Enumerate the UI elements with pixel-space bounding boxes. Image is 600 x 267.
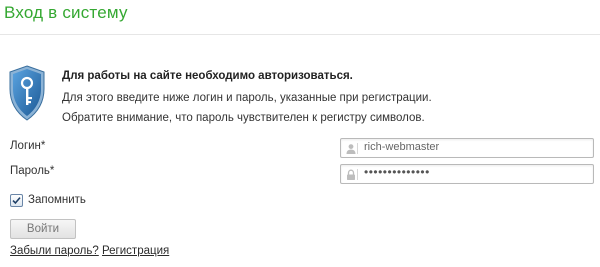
shield-key-icon xyxy=(8,65,46,121)
register-link[interactable]: Регистрация xyxy=(102,245,169,257)
password-icon-separator xyxy=(357,169,358,180)
title-divider xyxy=(0,34,600,35)
checkmark-icon xyxy=(12,196,21,204)
remember-label: Запомнить xyxy=(28,194,86,206)
login-label: Логин* xyxy=(10,140,46,152)
lock-icon xyxy=(345,168,357,180)
login-value: rich-webmaster xyxy=(364,141,440,153)
password-label: Пароль* xyxy=(10,165,55,177)
password-input[interactable]: •••••••••••••• xyxy=(340,164,594,184)
password-value: •••••••••••••• xyxy=(364,165,430,179)
login-button[interactable]: Войти xyxy=(10,219,76,239)
forgot-password-link[interactable]: Забыли пароль? xyxy=(10,245,99,257)
auth-required-heading: Для работы на сайте необходимо авторизов… xyxy=(62,70,353,82)
user-icon xyxy=(345,142,357,154)
case-sensitive-note: Обратите внимание, что пароль чувствител… xyxy=(62,112,425,124)
auth-links: Забыли пароль? Регистрация xyxy=(10,245,169,257)
remember-me[interactable]: Запомнить xyxy=(10,193,86,207)
page-title: Вход в систему xyxy=(4,3,128,22)
login-input[interactable]: rich-webmaster xyxy=(340,138,594,158)
login-icon-separator xyxy=(357,143,358,154)
auth-instruction-text: Для этого введите ниже логин и пароль, у… xyxy=(62,92,432,104)
login-page: Вход в систему Для работы на сайте необх… xyxy=(0,0,600,267)
remember-checkbox[interactable] xyxy=(10,193,23,207)
